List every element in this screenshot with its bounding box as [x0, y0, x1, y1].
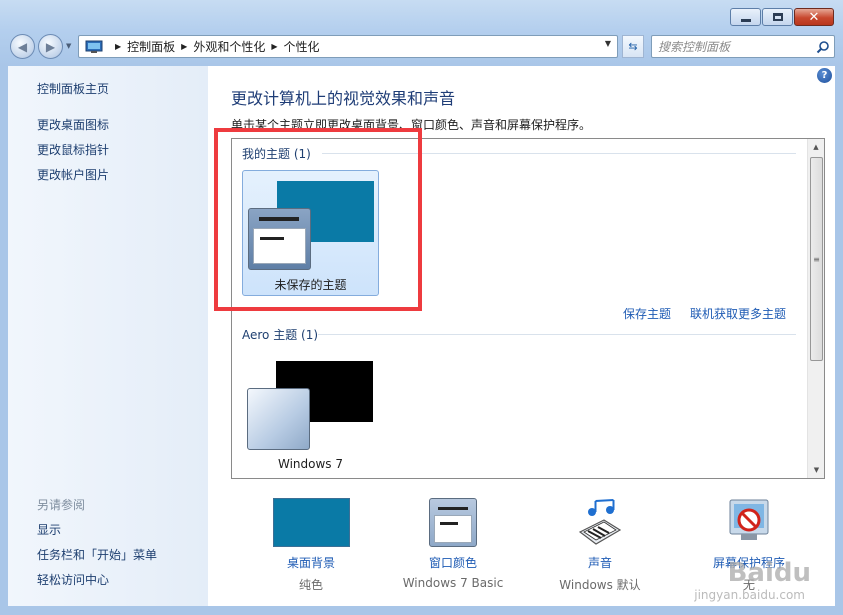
breadcrumb: ▶ 控制面板 ▶ 外观和个性化 ▶ 个性化 — [109, 38, 320, 55]
window-color-label[interactable]: 窗口颜色 — [398, 554, 508, 571]
watermark-logo: Baidu — [727, 558, 811, 588]
minimize-button[interactable] — [730, 8, 761, 26]
breadcrumb-chevron-icon: ▶ — [115, 42, 122, 51]
back-arrow-icon: ◀ — [17, 39, 28, 54]
highlight-box — [214, 128, 422, 311]
desktop-background-label[interactable]: 桌面背景 — [256, 554, 366, 571]
sidebar-link-control-panel-home[interactable]: 控制面板主页 — [37, 80, 109, 97]
close-icon: ✕ — [808, 9, 820, 25]
theme-window-preview — [247, 388, 310, 450]
watermark-url: jingyan.baidu.com — [694, 588, 805, 602]
screensaver-icon — [729, 499, 769, 540]
sidebar: 控制面板主页 更改桌面图标 更改鼠标指针 更改帐户图片 另请参阅 显示 任务栏和… — [8, 66, 208, 606]
close-button[interactable]: ✕ — [794, 8, 834, 26]
sidebar-link-mouse-pointers[interactable]: 更改鼠标指针 — [37, 141, 109, 158]
page-title: 更改计算机上的视觉效果和声音 — [231, 89, 456, 108]
sidebar-link-desktop-icons[interactable]: 更改桌面图标 — [37, 116, 109, 133]
save-theme-link[interactable]: 保存主题 — [623, 305, 671, 322]
search-input[interactable]: 搜索控制面板 — [658, 38, 812, 55]
desktop-background-value: 纯色 — [298, 578, 323, 592]
address-dropdown-icon[interactable]: ▼ — [605, 39, 611, 48]
scroll-up-icon[interactable]: ▲ — [808, 139, 824, 155]
minimize-icon — [740, 18, 751, 22]
sound-value: Windows 默认 — [559, 578, 641, 592]
get-more-themes-link[interactable]: 联机获取更多主题 — [690, 305, 786, 322]
navigation-bar: ◀ ▶ ▼ ▶ 控制面板 ▶ 外观和个性化 ▶ 个性化 ▼ ⇆ 搜索控制面板 — [8, 32, 835, 60]
recent-pages-dropdown-icon[interactable]: ▼ — [66, 42, 71, 50]
caption-buttons: ✕ — [729, 8, 834, 26]
refresh-button[interactable]: ⇆ — [622, 35, 644, 58]
forward-arrow-icon: ▶ — [45, 39, 56, 54]
help-icon[interactable]: ? — [817, 68, 832, 83]
main-panel: ? 更改计算机上的视觉效果和声音 单击某个主题立即更改桌面背景、窗口颜色、声音和… — [208, 66, 835, 606]
aero-themes-label: Aero 主题 (1) — [242, 328, 319, 342]
desktop-background-icon — [272, 498, 350, 547]
sound-icon — [578, 499, 622, 545]
sidebar-link-display[interactable]: 显示 — [37, 521, 61, 538]
search-icon[interactable] — [812, 37, 834, 57]
breadcrumb-control-panel[interactable]: 控制面板 — [127, 38, 175, 55]
address-bar[interactable]: ▶ 控制面板 ▶ 外观和个性化 ▶ 个性化 ▼ — [78, 35, 618, 58]
theme-name: Windows 7 — [277, 457, 343, 471]
screensaver-setting[interactable]: 屏幕保护程序 无 — [694, 498, 804, 592]
maximize-icon — [772, 13, 783, 21]
breadcrumb-chevron-icon: ▶ — [181, 42, 188, 51]
theme-list-scrollbar[interactable]: ▲ ≡ ▼ — [807, 139, 824, 478]
back-button[interactable]: ◀ — [10, 34, 35, 59]
window-color-value: Windows 7 Basic — [402, 576, 504, 590]
maximize-button[interactable] — [762, 8, 793, 26]
control-panel-icon — [85, 40, 103, 53]
theme-tile-windows7[interactable]: Windows 7 — [242, 351, 379, 477]
breadcrumb-appearance[interactable]: 外观和个性化 — [193, 38, 265, 55]
sidebar-link-ease-of-access[interactable]: 轻松访问中心 — [37, 571, 109, 588]
window-color-setting[interactable]: 窗口颜色 Windows 7 Basic — [398, 498, 508, 590]
forward-button[interactable]: ▶ — [38, 34, 63, 59]
breadcrumb-chevron-icon: ▶ — [271, 42, 278, 51]
scroll-thumb[interactable]: ≡ — [810, 157, 823, 361]
window-color-icon — [429, 498, 477, 547]
breadcrumb-personalization[interactable]: 个性化 — [284, 38, 320, 55]
sound-setting[interactable]: 声音 Windows 默认 — [545, 498, 655, 592]
sidebar-link-taskbar-start[interactable]: 任务栏和「开始」菜单 — [37, 546, 157, 563]
search-box[interactable]: 搜索控制面板 — [651, 35, 835, 58]
sidebar-link-account-picture[interactable]: 更改帐户图片 — [37, 166, 109, 183]
desktop-background-setting[interactable]: 桌面背景 纯色 — [256, 498, 366, 592]
sound-label[interactable]: 声音 — [545, 554, 655, 571]
refresh-icon: ⇆ — [628, 40, 638, 53]
see-also-heading: 另请参阅 — [37, 498, 86, 512]
group-divider — [318, 334, 796, 335]
scroll-down-icon[interactable]: ▼ — [808, 462, 824, 478]
